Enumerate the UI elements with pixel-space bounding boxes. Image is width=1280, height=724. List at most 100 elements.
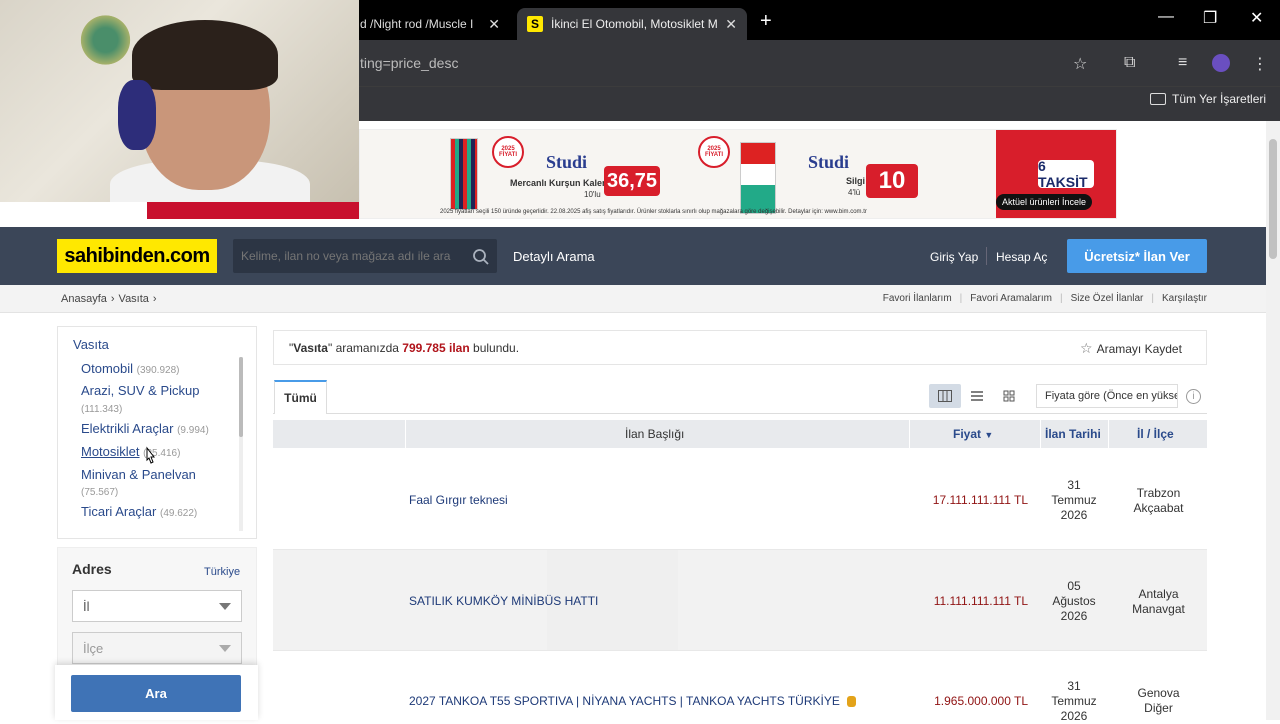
tab-all[interactable]: Tümü (274, 380, 327, 414)
url-text[interactable]: ting=price_desc (360, 55, 458, 71)
product2-count: 4'lü (848, 188, 861, 197)
listing-thumbnail[interactable] (547, 651, 678, 720)
result-summary: "Vasıta" aramanızda 799.785 ilan bulundu… (289, 341, 520, 355)
webcam-overlay (0, 0, 359, 202)
category-label: Motosiklet (81, 444, 140, 459)
category-label: Minivan & Panelvan (81, 467, 196, 482)
category-item-ticari[interactable]: Ticari Araçlar (49.622) (81, 504, 197, 519)
info-icon[interactable]: i (1186, 389, 1201, 404)
close-icon[interactable]: ✕ (725, 16, 737, 33)
category-title[interactable]: Vasıta (73, 337, 109, 352)
category-label: Arazi, SUV & Pickup (81, 383, 200, 398)
category-count: (390.928) (136, 365, 180, 376)
favicon-icon: S (527, 16, 543, 32)
date-year: 2026 (1060, 508, 1088, 522)
category-label: Ticari Araçlar (81, 504, 157, 519)
ad-banner[interactable]: 2025 FİYATI Studi Mercanlı Kurşun Kalem … (359, 129, 1117, 219)
category-label: Otomobil (81, 361, 134, 376)
browser-tab-active[interactable]: S İkinci El Otomobil, Motosiklet M ✕ (517, 8, 747, 40)
column-location[interactable]: İl / İlçe (1137, 427, 1174, 441)
chevron-down-icon (219, 645, 231, 652)
breadcrumb-separator: › (110, 293, 115, 305)
grid-view-icon[interactable] (993, 384, 1025, 408)
country-link[interactable]: Türkiye (204, 566, 240, 578)
new-tab-icon[interactable]: + (760, 10, 772, 33)
link-separator: | (1151, 293, 1154, 304)
register-link[interactable]: Hesap Aç (996, 250, 1047, 264)
date-month: Temmuz (1051, 493, 1097, 507)
scrollbar-thumb[interactable] (1269, 139, 1277, 259)
sort-desc-icon: ▼ (984, 430, 994, 440)
quick-links: Favori İlanlarım | Favori Aramalarım | S… (883, 293, 1207, 304)
category-count: (49.622) (160, 508, 198, 519)
special-listings-link[interactable]: Size Özel İlanlar (1071, 293, 1144, 304)
restore-icon[interactable]: ❐ (1203, 8, 1217, 28)
minimize-icon[interactable]: — (1158, 8, 1174, 26)
close-icon[interactable]: ✕ (488, 16, 500, 33)
listing-location: Trabzon Akçaabat (1110, 486, 1207, 516)
banner-cta[interactable]: Aktüel ürünleri İncele (996, 194, 1093, 210)
breadcrumb-category[interactable]: Vasıta (119, 293, 149, 305)
listing-date: 31 Temmuz 2026 (1040, 478, 1108, 523)
save-search-button[interactable]: ☆ Aramayı Kaydet (1080, 340, 1182, 357)
listing-title[interactable]: Faal Gırgır teknesi (409, 493, 508, 507)
listing-title[interactable]: 2027 TANKOA T55 SPORTIVA | NİYANA YACHTS… (409, 694, 857, 708)
category-item-otomobil[interactable]: Otomobil (390.928) (81, 361, 179, 376)
search-input[interactable] (241, 249, 461, 263)
district-select[interactable]: İlçe (72, 632, 242, 664)
all-bookmarks[interactable]: Tüm Yer İşaretleri (1150, 92, 1266, 106)
listing-price: 11.111.111.111 TL (933, 594, 1028, 608)
district-placeholder: İlçe (83, 641, 104, 656)
sort-select[interactable]: Fiyata göre (Önce en yüksek) (1036, 384, 1178, 408)
column-title: İlan Başlığı (625, 427, 685, 441)
site-logo[interactable]: sahibinden.com (57, 239, 217, 273)
product1-count: 10'lu (584, 190, 601, 199)
coin-icon (847, 696, 857, 708)
search-icon[interactable] (472, 248, 490, 266)
location-city: Antalya (1138, 587, 1179, 601)
summary-mid: aramanızda (335, 341, 399, 355)
login-link[interactable]: Giriş Yap (930, 250, 978, 264)
installment-promo: 6 TAKSİT Aktüel ürünleri İncele (996, 130, 1116, 218)
table-view-icon[interactable] (929, 384, 961, 408)
page-scrollbar[interactable] (1266, 121, 1280, 720)
close-window-icon[interactable]: ✕ (1250, 8, 1263, 28)
menu-icon[interactable]: ⋮ (1252, 54, 1268, 74)
date-year: 2026 (1060, 609, 1088, 623)
filter-search-button[interactable]: Ara (71, 675, 241, 712)
profile-avatar[interactable] (1212, 54, 1230, 72)
column-date[interactable]: İlan Tarihi (1045, 427, 1101, 441)
category-count: (111.343) (81, 404, 123, 415)
listing-thumbnail[interactable] (547, 448, 678, 549)
installment-label: 6 TAKSİT (1038, 158, 1094, 190)
compare-link[interactable]: Karşılaştır (1162, 293, 1207, 304)
listing-date: 05 Ağustos 2026 (1040, 579, 1108, 624)
category-item-minivan[interactable]: Minivan & Panelvan (81, 467, 196, 482)
scrollbar-thumb[interactable] (239, 357, 243, 437)
location-city: Genova (1137, 686, 1180, 700)
post-ad-button[interactable]: Ücretsiz* İlan Ver (1067, 239, 1207, 273)
browser-tab[interactable]: d /Night rod /Muscle I ✕ (350, 8, 510, 40)
column-price-label: Fiyat (953, 427, 982, 441)
category-item-arazi[interactable]: Arazi, SUV & Pickup (81, 383, 200, 398)
star-icon[interactable]: ☆ (1073, 54, 1087, 74)
category-scrollbar[interactable] (239, 357, 243, 531)
breadcrumb-home[interactable]: Anasayfa (61, 293, 107, 305)
extensions-icon[interactable]: ⧉ (1124, 54, 1135, 72)
category-item-elektrikli[interactable]: Elektrikli Araçlar (9.994) (81, 421, 209, 436)
detailed-search-link[interactable]: Detaylı Arama (513, 249, 595, 264)
province-select[interactable]: İl (72, 590, 242, 622)
category-item-motosiklet[interactable]: Motosiklet (25.416) (81, 444, 180, 459)
star-icon: ☆ (1080, 340, 1093, 356)
product2-brand: Studi (808, 152, 850, 172)
favorite-listings-link[interactable]: Favori İlanlarım (883, 293, 952, 304)
listing-title[interactable]: SATILIK KUMKÖY MİNİBÜS HATTI (409, 594, 598, 608)
favorite-searches-link[interactable]: Favori Aramalarım (970, 293, 1052, 304)
category-label: Elektrikli Araçlar (81, 421, 174, 436)
product1-brand: Studi (546, 152, 588, 172)
column-price[interactable]: Fiyat ▼ (953, 427, 993, 441)
location-city: Trabzon (1136, 486, 1181, 500)
date-month: Temmuz (1051, 694, 1097, 708)
media-icon[interactable]: ≡ (1178, 54, 1187, 72)
list-view-icon[interactable] (961, 384, 993, 408)
